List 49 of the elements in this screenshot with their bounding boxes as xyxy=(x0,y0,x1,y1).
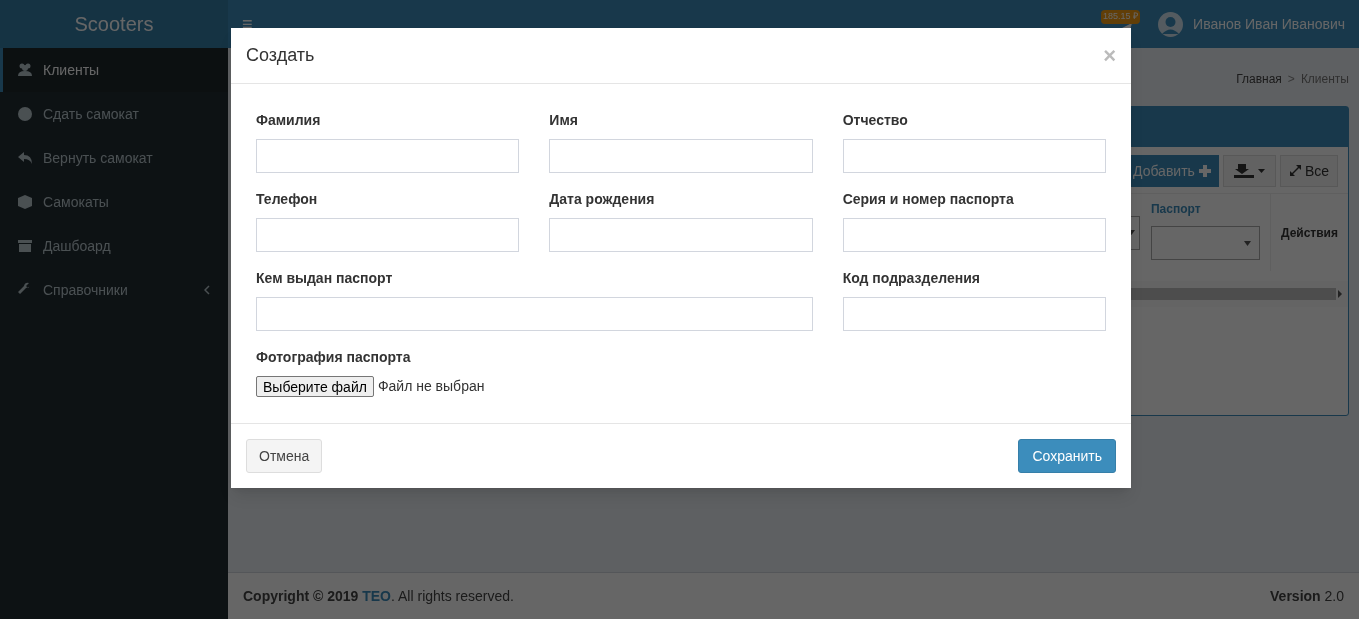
disc-icon xyxy=(17,106,33,122)
cube-icon xyxy=(17,194,33,210)
field-label: Код подразделения xyxy=(842,269,981,288)
text-field[interactable] xyxy=(842,139,1106,173)
dropdown-arrow-icon xyxy=(1243,240,1251,246)
text-field[interactable] xyxy=(549,139,813,173)
balance-badge: 185.15 ₽ xyxy=(1101,10,1141,24)
show-all-button[interactable]: Все xyxy=(1279,155,1338,187)
breadcrumb-separator: > xyxy=(1287,71,1295,88)
text-field[interactable] xyxy=(256,139,520,173)
version-text: Version 2.0 xyxy=(1270,586,1344,606)
field-label: Серия и номер паспорта xyxy=(842,190,1015,209)
reply-icon xyxy=(17,150,33,166)
users-icon xyxy=(17,62,33,78)
caret-icon xyxy=(1257,169,1265,173)
copyright-text: Copyright © 2019 TEO. All rights reserved. xyxy=(243,586,514,606)
field-label: Телефон xyxy=(256,190,319,209)
field-label: Отчество xyxy=(842,111,909,130)
breadcrumb-link[interactable]: Главная xyxy=(1236,70,1282,90)
text-field[interactable] xyxy=(842,297,1106,331)
save-button[interactable]: Сохранить xyxy=(1018,439,1116,473)
scroll-right-icon[interactable] xyxy=(1336,290,1344,298)
file-status: Файл не выбран xyxy=(377,377,485,396)
archive-icon xyxy=(17,238,33,254)
expand-icon xyxy=(1288,165,1301,177)
text-field[interactable] xyxy=(256,218,520,252)
close-button[interactable]: × xyxy=(1103,44,1116,67)
teo-link[interactable]: TEO xyxy=(362,587,391,604)
field-label: Фотография паспорта xyxy=(256,348,412,367)
plus-icon xyxy=(1198,165,1211,177)
app-logo: Scooters xyxy=(74,12,154,37)
text-field[interactable] xyxy=(842,218,1106,252)
column-header-link[interactable]: Паспорт xyxy=(1150,200,1260,218)
modal-title: Создать xyxy=(246,44,315,67)
field-label: Кем выдан паспорт xyxy=(256,269,394,288)
field-label: Имя xyxy=(549,111,579,130)
filter-select[interactable] xyxy=(1150,226,1260,260)
field-label: Дата рождения xyxy=(549,190,656,209)
download-icon xyxy=(1233,164,1254,178)
export-button[interactable] xyxy=(1222,155,1276,187)
field-label: Фамилия xyxy=(256,111,322,130)
column-header: Действия xyxy=(1280,224,1338,242)
user-name[interactable]: Иванов Иван Иванович xyxy=(1193,13,1345,35)
cancel-button[interactable]: Отмена xyxy=(246,439,323,473)
choose-file-button[interactable]: Выберите файл xyxy=(256,376,374,397)
text-field[interactable] xyxy=(549,218,813,252)
avatar-icon[interactable] xyxy=(1158,11,1184,37)
menu-button[interactable]: ≡ xyxy=(242,10,253,38)
text-field[interactable] xyxy=(256,297,813,331)
